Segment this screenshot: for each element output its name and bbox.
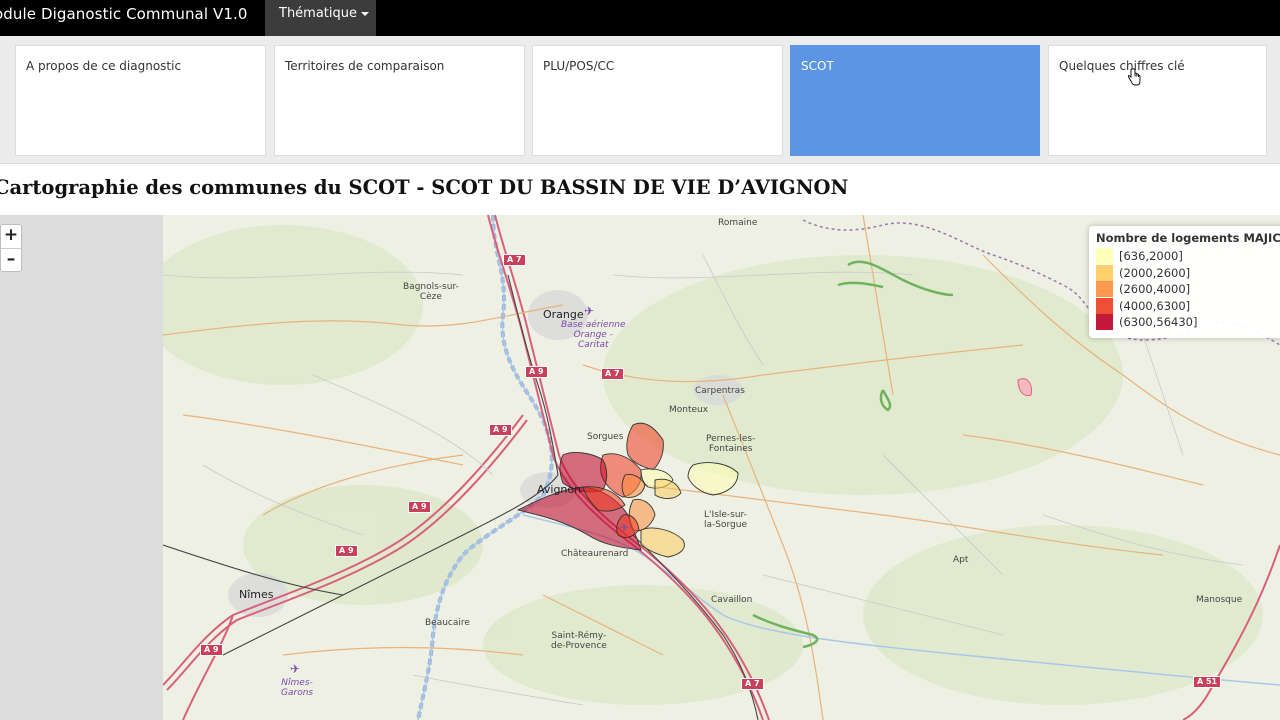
legend-item: [636,2000] <box>1096 248 1280 265</box>
airport-icon: ✈ <box>584 304 595 318</box>
legend-item: (2000,2600] <box>1096 264 1280 282</box>
road-shield: A 7 <box>741 678 764 690</box>
legend-item: (4000,6300] <box>1096 297 1280 315</box>
place-orange: Orange <box>543 308 584 321</box>
tab-label: SCOT <box>801 59 834 73</box>
place-base-aerienne: Base aérienne Orange - Caritat <box>561 320 626 350</box>
road-shield: A 9 <box>408 501 431 513</box>
tab-label: A propos de ce diagnostic <box>26 59 182 73</box>
place-manosque: Manosque <box>1196 595 1243 605</box>
legend-swatch <box>1096 297 1113 314</box>
place-monteux: Monteux <box>669 405 709 415</box>
legend-label: (2000,2600] <box>1119 265 1191 280</box>
app-brand[interactable]: odule Diganostic Communal V1.0 <box>0 0 248 36</box>
zoom-in-button[interactable]: + <box>1 225 21 248</box>
legend-label: (4000,6300] <box>1119 298 1191 313</box>
place-avignon: Avignon <box>537 483 582 496</box>
airport-icon: ✈ <box>290 662 301 676</box>
map-zoom-control: + – <box>0 224 22 272</box>
legend-swatch <box>1096 264 1113 281</box>
tab-bar: A propos de ce diagnostic Territoires de… <box>0 36 1280 164</box>
tab-label: PLU/POS/CC <box>543 59 615 73</box>
road-shield: A 7 <box>503 254 526 266</box>
legend-swatch <box>1096 314 1113 331</box>
road-shield: A 9 <box>335 545 358 557</box>
tab-territoires[interactable]: Territoires de comparaison <box>274 45 525 156</box>
place-nimes: Nîmes <box>239 588 274 601</box>
place-carpentras: Carpentras <box>695 386 745 396</box>
page-title: Cartographie des communes du SCOT - SCOT… <box>0 176 849 199</box>
place-isle: L'Isle-sur- la-Sorgue <box>704 510 747 530</box>
map-gray-margin <box>0 215 163 720</box>
top-navbar: odule Diganostic Communal V1.0 Thématiqu… <box>0 0 1280 36</box>
legend-title: Nombre de logements MAJIC <box>1096 231 1280 245</box>
road-shield: A 9 <box>200 644 223 656</box>
legend-swatch <box>1096 248 1113 265</box>
legend-swatch <box>1096 281 1113 298</box>
tab-plu[interactable]: PLU/POS/CC <box>532 45 783 156</box>
airport-icon: ✈ <box>619 521 630 535</box>
tab-label: Territoires de comparaison <box>285 59 445 73</box>
road-shield: A 9 <box>525 366 548 378</box>
legend-item: (2600,4000] <box>1096 281 1280 298</box>
tab-chiffres[interactable]: Quelques chiffres clé <box>1048 45 1267 156</box>
thematique-dropdown-label: Thématique <box>279 6 358 21</box>
place-pernes: Pernes-les- Fontaines <box>706 434 756 454</box>
tab-label: Quelques chiffres clé <box>1059 59 1185 73</box>
road-shield: A 51 <box>1193 676 1222 688</box>
place-apt: Apt <box>953 555 969 565</box>
legend-label: [636,2000] <box>1119 249 1183 264</box>
place-sorgues: Sorgues <box>587 432 624 442</box>
place-bagnols: Bagnols-sur- Cèze <box>403 282 459 302</box>
tab-scot[interactable]: SCOT <box>790 45 1040 156</box>
thematique-dropdown[interactable]: Thématique <box>265 0 376 36</box>
legend-label: (2600,4000] <box>1119 282 1191 297</box>
zoom-out-button[interactable]: – <box>1 248 21 271</box>
place-cavaillon: Cavaillon <box>711 595 753 605</box>
place-nimes-garons: Nîmes- Garons <box>281 678 314 698</box>
road-shield: A 7 <box>601 368 624 380</box>
legend-item: (6300,56430] <box>1096 314 1280 331</box>
map-legend: Nombre de logements MAJIC [636,2000] (20… <box>1089 226 1280 338</box>
caret-down-icon <box>361 11 370 16</box>
place-romaine: Romaine <box>718 218 758 228</box>
legend-label: (6300,56430] <box>1119 315 1198 330</box>
tab-a-propos[interactable]: A propos de ce diagnostic <box>15 45 266 156</box>
place-saint-remy: Saint-Rémy- de-Provence <box>551 631 607 651</box>
hand-cursor-icon <box>1127 68 1141 86</box>
place-chateaurenard: Châteaurenard <box>561 549 629 559</box>
road-shield: A 9 <box>489 424 512 436</box>
place-beaucaire: Beaucaire <box>425 618 470 628</box>
